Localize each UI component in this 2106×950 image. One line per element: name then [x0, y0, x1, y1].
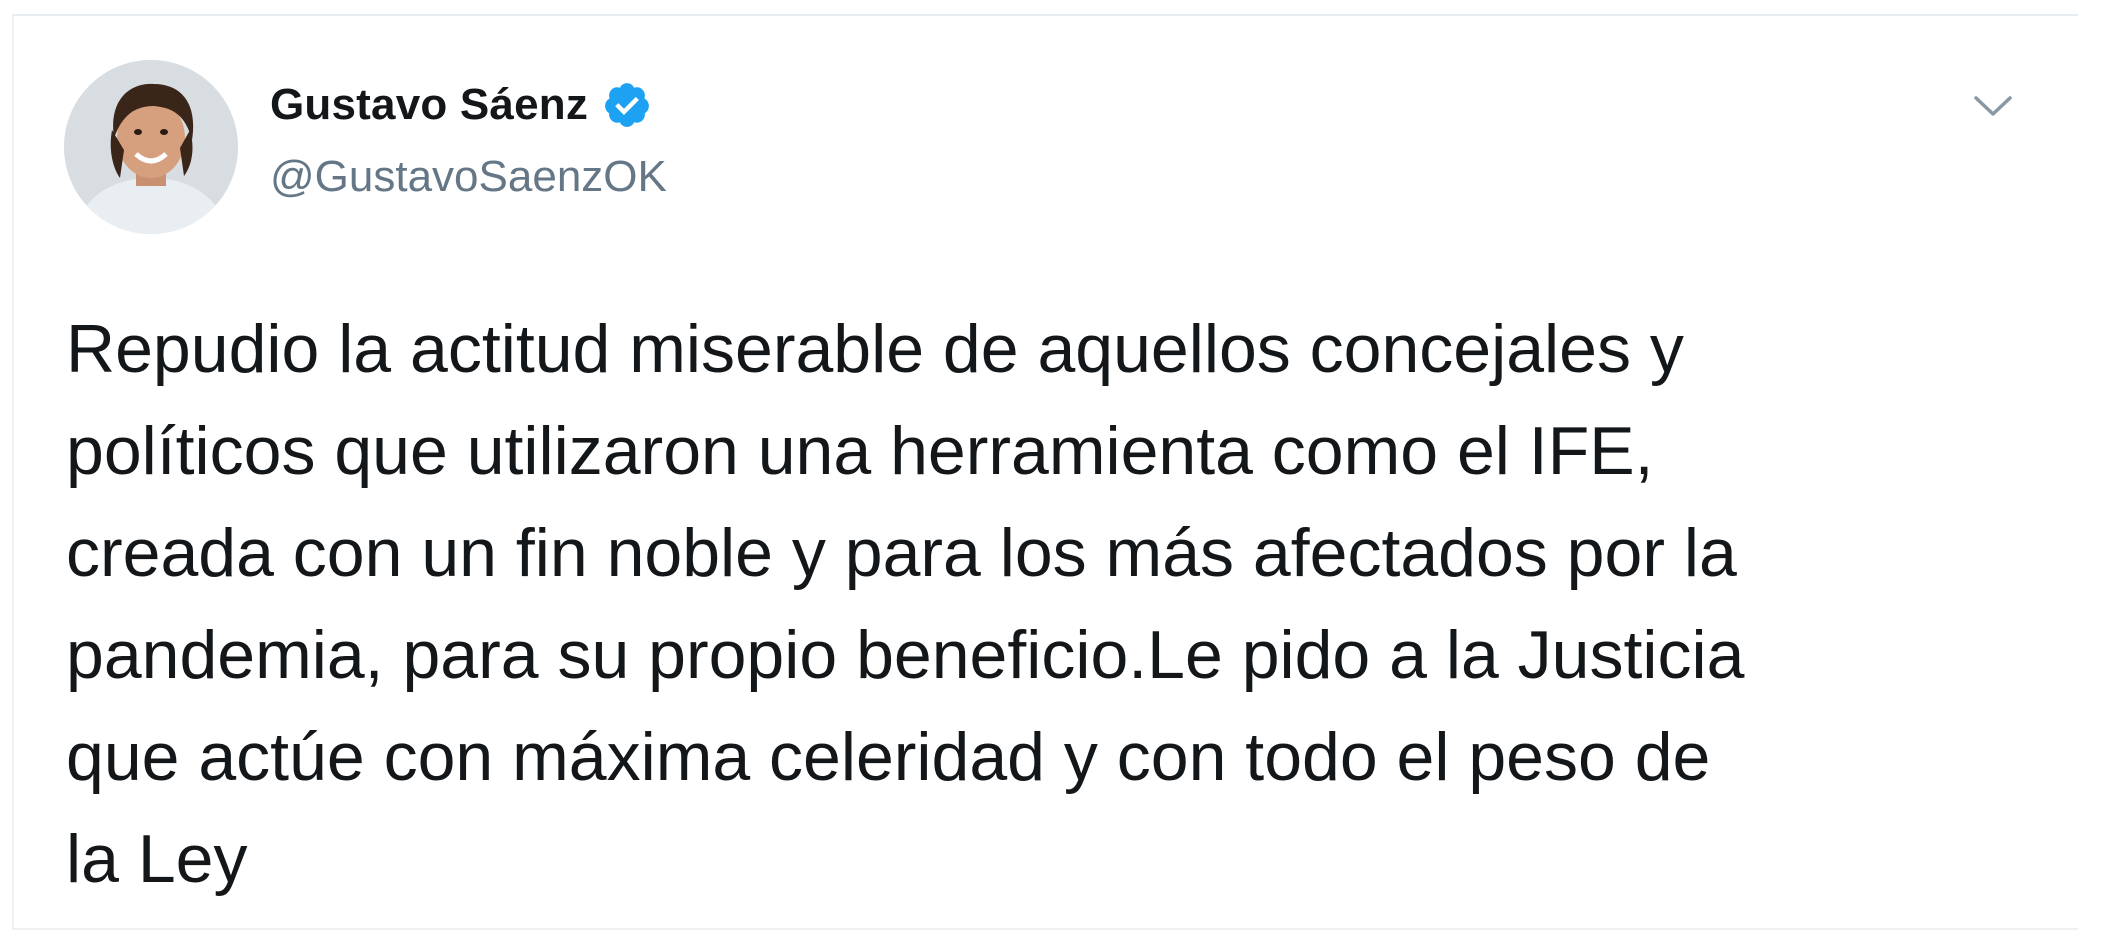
tweet-text: Repudio la actitud miserable de aquellos… — [66, 311, 1745, 897]
tweet-card: Gustavo Sáenz @GustavoSaenzOK Repudio la… — [12, 14, 2078, 930]
verified-badge-icon — [605, 83, 649, 127]
avatar[interactable] — [64, 60, 238, 234]
user-handle[interactable]: @GustavoSaenzOK — [270, 152, 667, 202]
chevron-down-icon[interactable] — [1970, 90, 2016, 120]
author-block: Gustavo Sáenz @GustavoSaenzOK — [270, 70, 667, 202]
profile-photo — [64, 60, 238, 234]
name-row: Gustavo Sáenz — [270, 70, 667, 140]
display-name[interactable]: Gustavo Sáenz — [270, 80, 588, 130]
